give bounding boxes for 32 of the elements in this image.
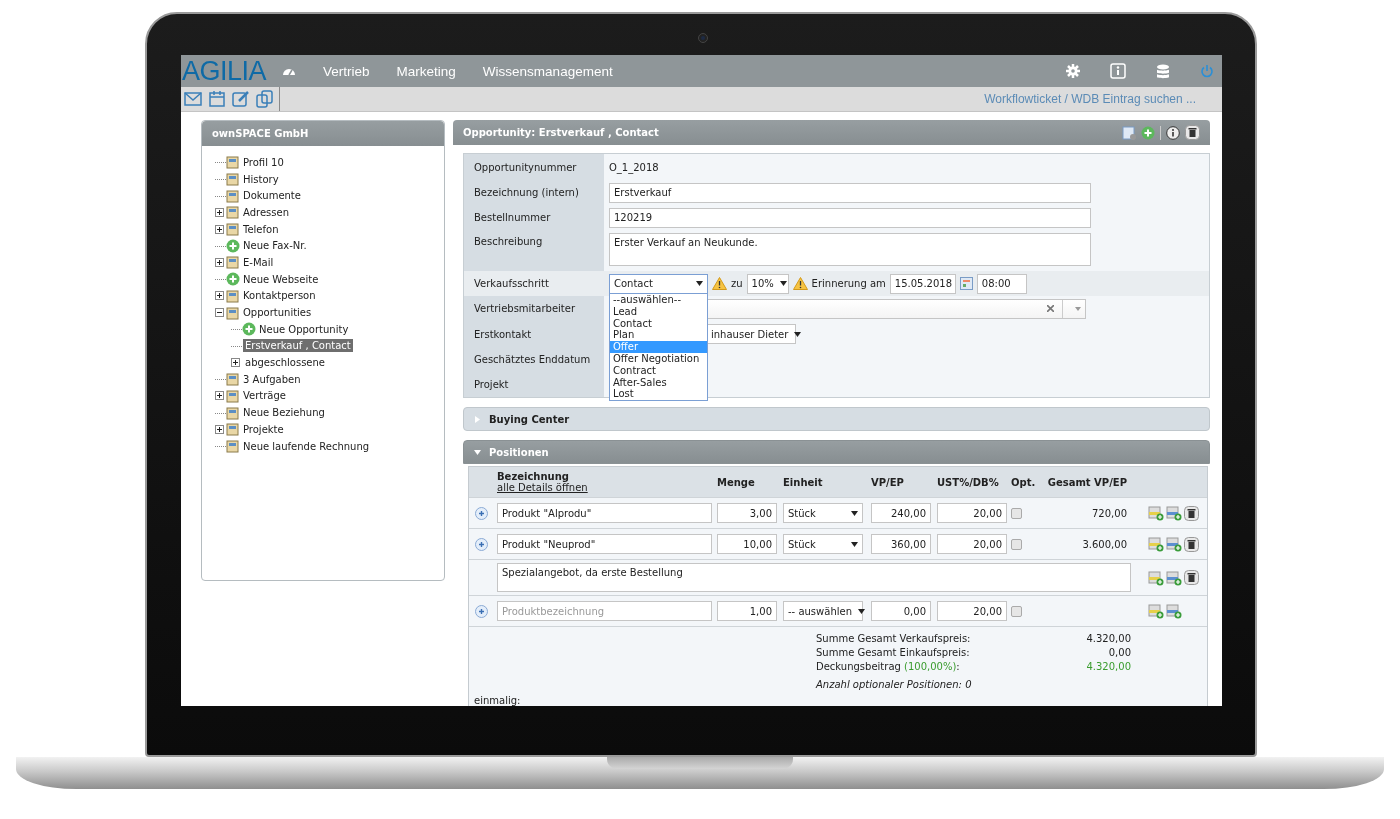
summary-label: Summe Gesamt Verkaufspreis:	[816, 632, 972, 646]
field-label: Verkaufsschritt	[474, 278, 549, 289]
field-label: zu	[731, 278, 743, 289]
table-cell-text: 720,00	[1091, 507, 1128, 519]
column-header: Menge	[717, 476, 756, 488]
field-label: Vertriebsmitarbeiter	[474, 303, 575, 314]
summary-value: 4.320,00	[1085, 632, 1132, 646]
summary-label: Summe Gesamt Einkaufspreis:	[816, 646, 971, 660]
summary-note: Anzahl optionaler Positionen: 0	[814, 679, 973, 690]
column-header: Opt.	[1011, 476, 1033, 488]
field-label: Projekt	[474, 379, 509, 390]
field-value: O_1_2018	[609, 161, 659, 173]
field-label: Erinnerung am	[811, 278, 886, 289]
panel-header: ownSPACE GmbH	[202, 121, 444, 146]
summary-value: 4.320,00	[1085, 660, 1132, 674]
summary-label: Deckungsbeitrag (100,00%):	[816, 660, 961, 674]
logo: AGILIA	[182, 56, 267, 86]
column-header: Bezeichnung	[497, 471, 569, 482]
column-header: VP/EP	[871, 476, 905, 488]
column-header: UST%/DB%	[937, 476, 1000, 488]
field-label: Beschreibung	[474, 236, 543, 247]
panel-title: Opportunity: Erstverkauf , Contact	[463, 127, 659, 138]
summary-value: 0,00	[1107, 646, 1132, 660]
table-cell-text: 3.600,00	[1081, 538, 1128, 550]
field-label: Opportunitynummer	[474, 161, 577, 173]
field-label: Bezeichnung (intern)	[474, 187, 579, 198]
column-header: Einheit	[783, 476, 824, 488]
section-label: einmalig:	[473, 695, 522, 706]
field-label: Geschätztes Enddatum	[474, 354, 591, 365]
column-header: Gesamt VP/EP	[1046, 476, 1128, 488]
field-label: Erstkontakt	[474, 328, 532, 340]
field-label: Bestellnummer	[474, 212, 551, 223]
